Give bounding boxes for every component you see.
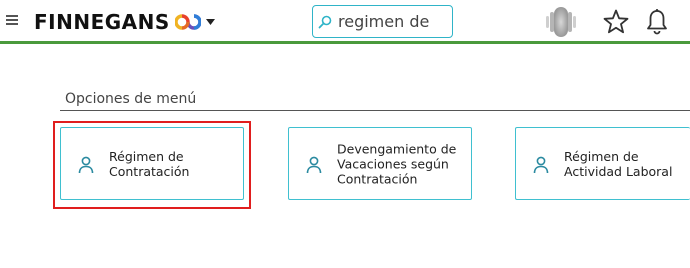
user-icon [306, 156, 322, 174]
search-box[interactable] [312, 5, 454, 38]
search-icon [318, 15, 332, 28]
caret-down-icon [205, 19, 215, 25]
bell-icon[interactable] [645, 8, 669, 36]
menu-card-label: Devengamiento de Vacaciones según Contra… [337, 141, 457, 186]
brand-name: FINNEGANS [34, 10, 170, 34]
selection-highlight [53, 121, 251, 209]
menu-card-devengamiento-vacaciones[interactable]: Devengamiento de Vacaciones según Contra… [288, 127, 472, 200]
menu-card-regimen-actividad-laboral[interactable]: Régimen de Actividad Laboral [515, 127, 690, 200]
user-avatar[interactable] [544, 5, 578, 39]
search-input[interactable] [338, 12, 454, 31]
section-divider [60, 110, 690, 111]
user-icon [533, 156, 549, 174]
infinity-logo [174, 14, 201, 30]
brand-switcher[interactable]: FINNEGANS [34, 9, 215, 35]
section-title: Opciones de menú [65, 91, 197, 107]
star-icon[interactable] [602, 8, 630, 36]
top-bar: FINNEGANS [0, 0, 690, 44]
hamburger-icon[interactable] [6, 15, 18, 25]
menu-card-label: Régimen de Actividad Laboral [564, 148, 673, 179]
